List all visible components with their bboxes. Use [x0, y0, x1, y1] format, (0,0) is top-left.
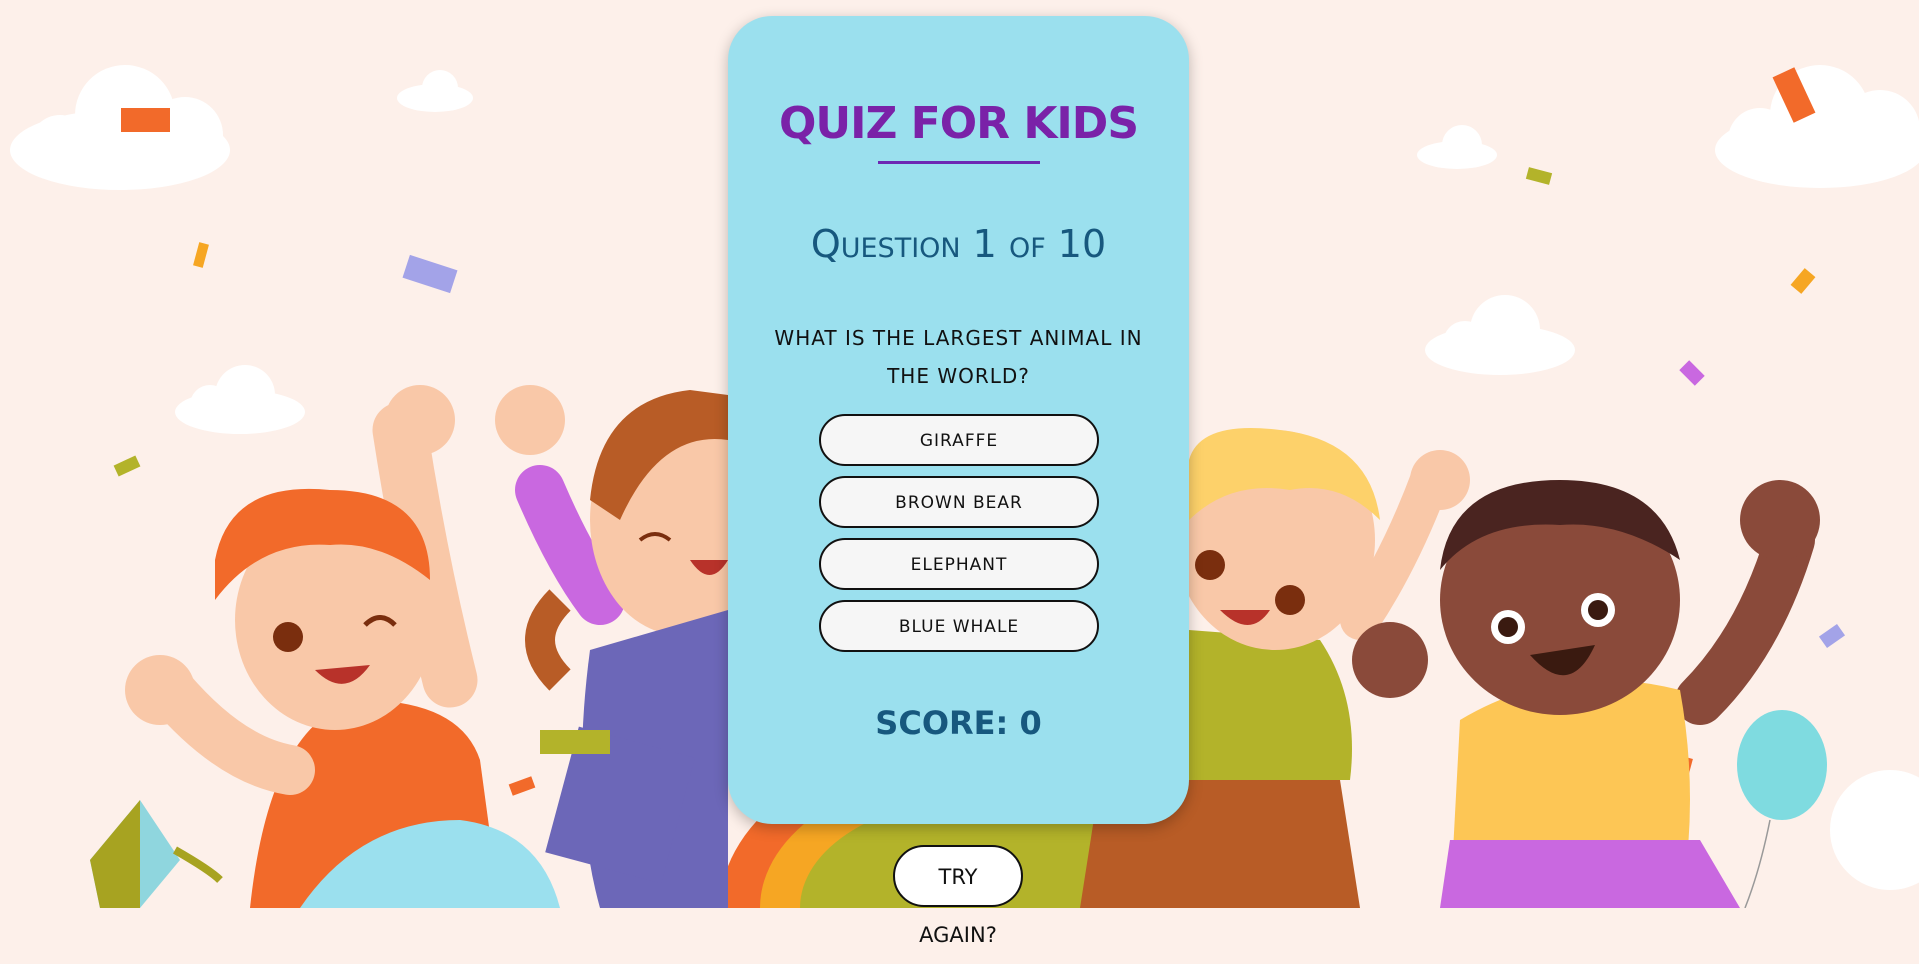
- kid-orange-boy: [125, 385, 560, 908]
- answer-list: GIRAFFE BROWN BEAR ELEPHANT BLUE WHALE: [819, 414, 1099, 662]
- answer-button-giraffe[interactable]: GIRAFFE: [819, 414, 1099, 466]
- try-again-button[interactable]: TRY AGAIN?: [893, 845, 1023, 947]
- question-text: WHAT IS THE LARGEST ANIMAL IN THE WORLD?: [774, 326, 1143, 388]
- question-counter: Question 1 of 10: [810, 222, 1107, 266]
- answer-button-brown-bear[interactable]: BROWN BEAR: [819, 476, 1099, 528]
- kite: [90, 800, 223, 908]
- quiz-title: QUIZ FOR KIDS: [778, 98, 1139, 149]
- quiz-card: QUIZ FOR KIDS Question 1 of 10 WHAT IS T…: [728, 16, 1189, 824]
- answer-button-blue-whale[interactable]: BLUE WHALE: [819, 600, 1099, 652]
- balloon: [1737, 710, 1827, 908]
- score-label: SCORE: 0: [875, 704, 1042, 742]
- answer-button-elephant[interactable]: ELEPHANT: [819, 538, 1099, 590]
- title-divider: [878, 161, 1040, 164]
